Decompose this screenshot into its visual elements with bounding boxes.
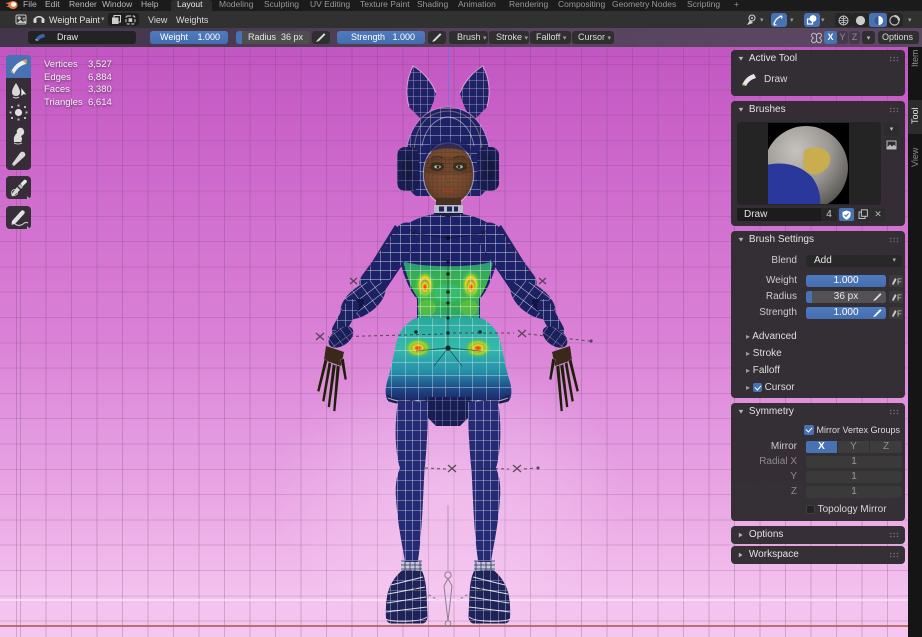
svg-text:F: F <box>897 278 902 287</box>
svg-text:F: F <box>897 310 902 319</box>
svg-text:F: F <box>897 294 902 303</box>
